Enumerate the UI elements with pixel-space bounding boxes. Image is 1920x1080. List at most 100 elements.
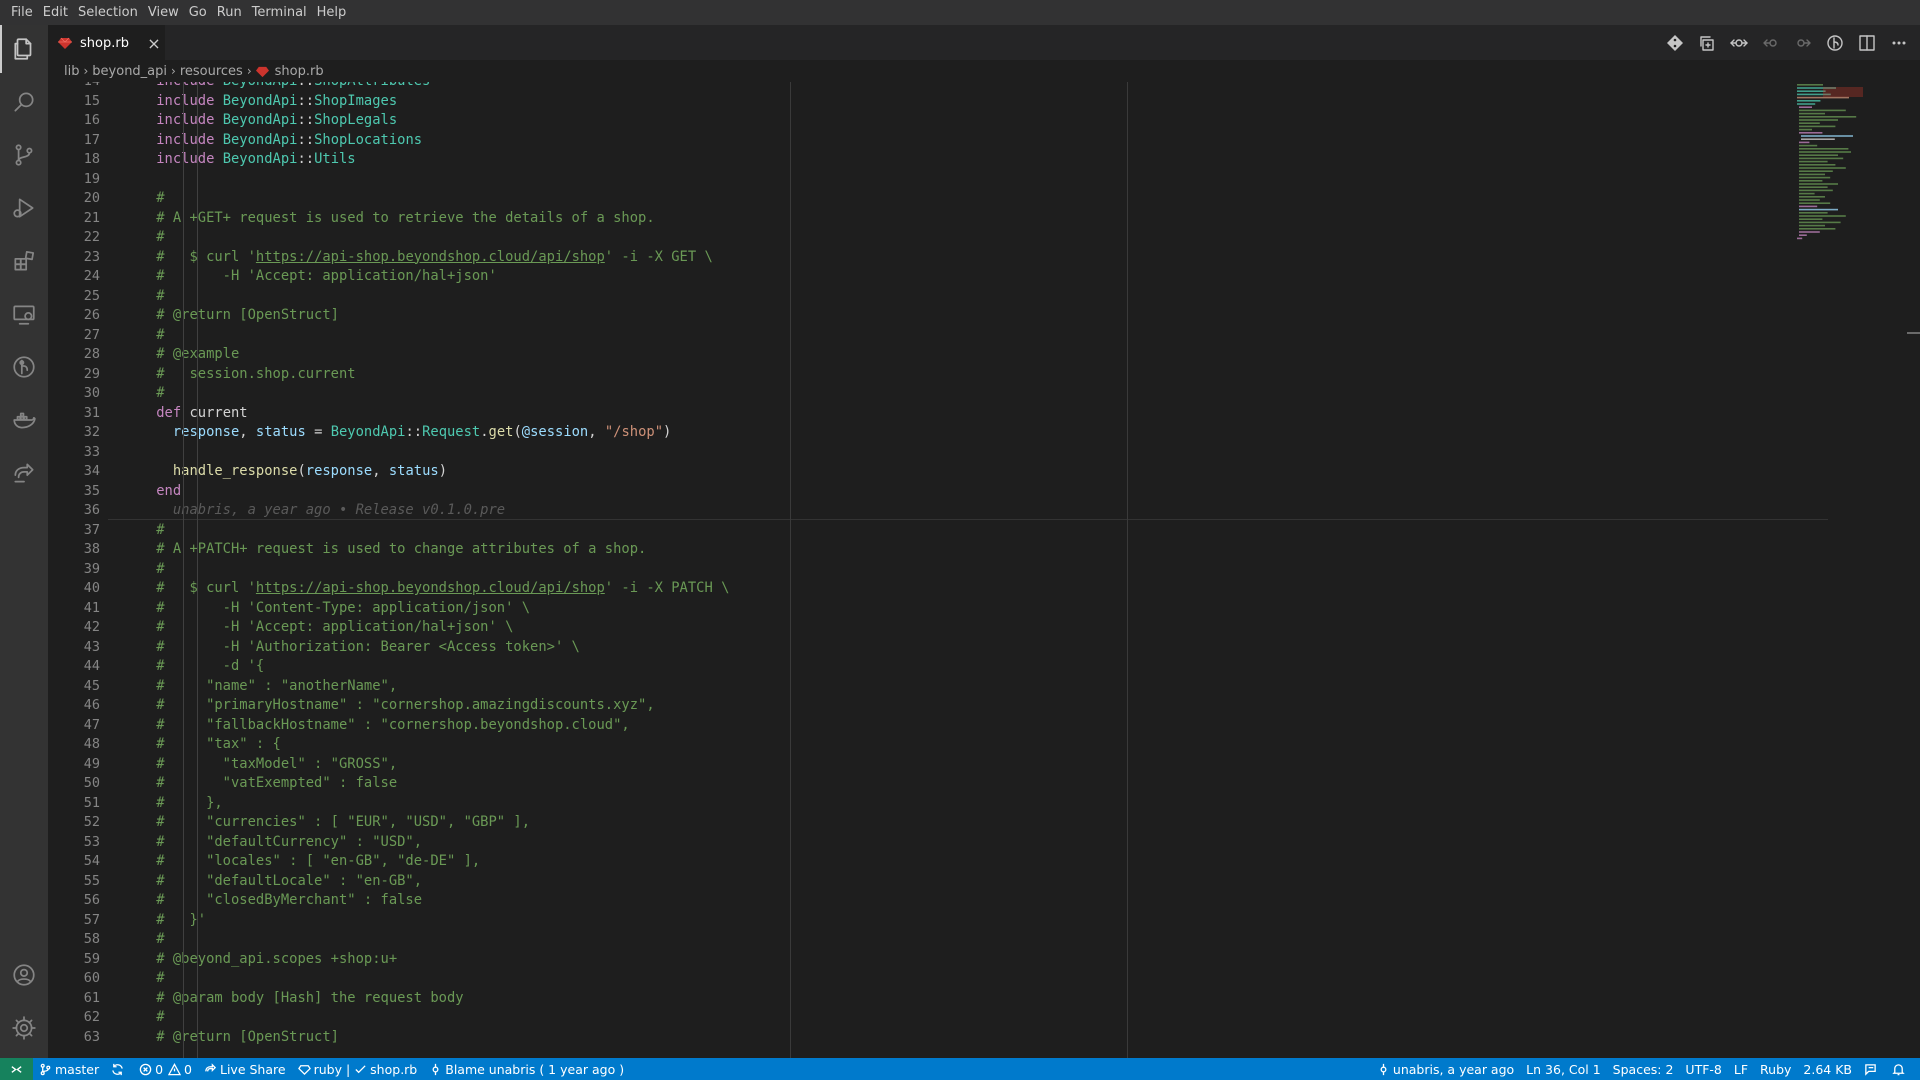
code-line: # }' — [123, 911, 206, 931]
menu-help[interactable]: Help — [312, 0, 352, 25]
minimap-line — [1799, 167, 1846, 169]
blame-status[interactable]: Blame unabris ( 1 year ago ) — [423, 1058, 630, 1080]
indentation[interactable]: Spaces: 2 — [1607, 1058, 1680, 1080]
live-share-icon[interactable] — [0, 449, 48, 497]
menu-view[interactable]: View — [143, 0, 184, 25]
breadcrumb-item[interactable]: lib — [64, 64, 79, 79]
menu-go[interactable]: Go — [184, 0, 212, 25]
code-token: # — [156, 560, 165, 577]
minimap-line — [1799, 192, 1815, 195]
more-actions-icon[interactable] — [1888, 32, 1910, 54]
close-tab-icon[interactable]: × — [143, 26, 165, 61]
minimap-line — [1799, 116, 1857, 118]
code-token: # "locales" : [ "en-GB", "de-DE" ], — [156, 853, 481, 869]
code-token: @session — [521, 424, 589, 440]
minimap[interactable] — [1795, 82, 1905, 282]
language-mode[interactable]: Ruby — [1754, 1058, 1797, 1080]
code-token: , — [588, 424, 605, 440]
ruby-status[interactable]: ruby | shop.rb — [292, 1058, 424, 1080]
code-line: # }, — [123, 794, 222, 814]
menu-terminal[interactable]: Terminal — [247, 0, 312, 25]
code-token: # $ curl ' — [156, 248, 256, 265]
menu-file[interactable]: File — [6, 0, 38, 25]
scrollbar-marker[interactable] — [1907, 332, 1920, 334]
next-change-icon[interactable] — [1792, 32, 1814, 54]
code-token: status — [255, 424, 306, 440]
inline-blame-annotation: unabris, a year ago • Release v0.1.0.pre — [172, 502, 506, 518]
author-label: unabris, a year ago — [1392, 1061, 1515, 1077]
code-token: # "fallbackHostname" : "cornershop.beyon… — [156, 716, 630, 733]
encoding[interactable]: UTF-8 — [1679, 1058, 1727, 1080]
code-line: # @example — [123, 345, 239, 365]
minimap-line — [1799, 224, 1825, 227]
breadcrumb-item[interactable]: resources — [180, 64, 243, 79]
minimap-line — [1799, 215, 1846, 217]
problems-status[interactable]: 0 0 — [133, 1058, 198, 1080]
run-debug-icon[interactable] — [0, 184, 48, 232]
source-control-icon[interactable] — [0, 131, 48, 179]
code-token: include — [156, 92, 223, 109]
breadcrumb-item[interactable]: shop.rb — [275, 64, 324, 79]
menu-selection[interactable]: Selection — [73, 0, 143, 25]
live-share-status[interactable]: Live Share — [198, 1058, 292, 1080]
extensions-icon[interactable] — [0, 237, 48, 285]
code-token: get — [488, 424, 514, 440]
git-branch-status[interactable]: master — [33, 1058, 105, 1080]
code-area[interactable]: include BeyondApi::ShopAttributes includ… — [151, 82, 1751, 1058]
gitlens-icon[interactable] — [0, 343, 48, 391]
code-line: # A +GET+ request is used to retrieve th… — [123, 209, 654, 229]
code-line: # "currencies" : [ "EUR", "USD", "GBP" ]… — [123, 813, 530, 833]
accounts-icon[interactable] — [0, 951, 48, 999]
code-token: BeyondApi — [330, 424, 406, 440]
minimap-line — [1797, 100, 1821, 102]
cursor-position[interactable]: Ln 36, Col 1 — [1520, 1058, 1607, 1080]
menu-edit[interactable]: Edit — [38, 0, 73, 25]
ruby-lint-icon — [297, 1064, 311, 1075]
blame-label: Blame unabris ( 1 year ago ) — [445, 1061, 625, 1077]
gitlens-inspect-icon[interactable] — [1824, 32, 1846, 54]
previous-change-icon[interactable] — [1760, 32, 1782, 54]
minimap-line — [1797, 237, 1803, 240]
code-line: include BeyondApi::ShopImages — [123, 92, 397, 112]
gitlens-compare-icon[interactable] — [1664, 32, 1686, 54]
feedback-icon[interactable] — [1858, 1058, 1886, 1080]
notifications-bell-icon[interactable] — [1886, 1058, 1914, 1080]
code-line: # — [123, 326, 164, 346]
check-icon — [355, 1064, 366, 1073]
split-editor-icon[interactable] — [1856, 32, 1878, 54]
tab-shop-rb[interactable]: shop.rb × — [48, 25, 165, 60]
chevron-right-icon: › — [171, 64, 176, 78]
code-line: # — [123, 1008, 164, 1028]
settings-gear-icon[interactable] — [0, 1004, 48, 1052]
sync-status[interactable] — [105, 1058, 133, 1080]
code-token: :: — [297, 82, 314, 89]
docker-icon[interactable] — [0, 396, 48, 444]
code-token: ' -i -X GET \ — [604, 248, 713, 265]
remote-explorer-icon[interactable] — [0, 290, 48, 338]
code-token: ShopImages — [314, 92, 398, 109]
code-line: # "name" : "anotherName", — [123, 677, 397, 697]
menu-run[interactable]: Run — [212, 0, 247, 25]
open-changes-icon[interactable] — [1696, 32, 1718, 54]
explorer-icon[interactable] — [0, 25, 48, 73]
author-status[interactable]: unabris, a year ago — [1371, 1058, 1520, 1080]
remote-indicator-icon[interactable] — [0, 1058, 33, 1080]
toggle-blame-icon[interactable] — [1728, 32, 1750, 54]
status-bar: master 0 0 Live Share ruby | shop.rb Bla… — [0, 1058, 1920, 1080]
line-number: 19 — [83, 170, 100, 187]
line-number: 23 — [83, 248, 100, 265]
code-line: # -H 'Authorization: Bearer <Access toke… — [123, 638, 580, 658]
code-editor[interactable]: 1415 16 17 18 19 20 21 22 23 24 25 26 27 28 29 30 31 32 33… — [48, 82, 1920, 1058]
search-icon[interactable] — [0, 78, 48, 126]
end-of-line[interactable]: LF — [1728, 1058, 1754, 1080]
breadcrumb-item[interactable]: beyond_api — [92, 64, 167, 79]
